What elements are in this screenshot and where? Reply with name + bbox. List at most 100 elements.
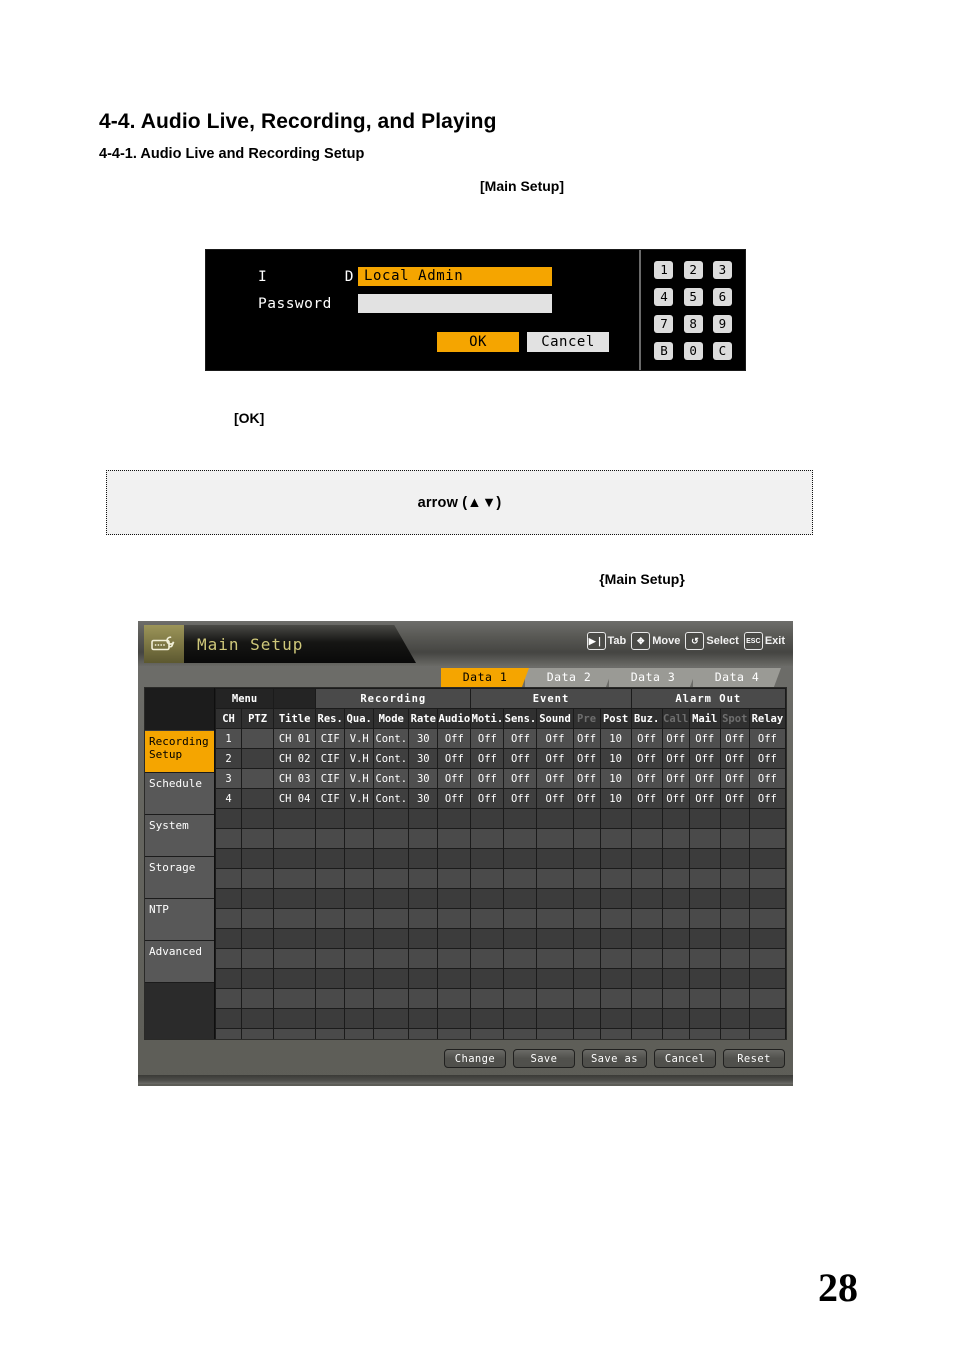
sidebar-item-system[interactable]: System	[145, 815, 214, 857]
cell-post[interactable]: 10	[599, 768, 632, 789]
sidebar-item-schedule[interactable]: Schedule	[145, 773, 214, 815]
cell-spot[interactable]: Off	[719, 748, 750, 769]
cell-moti[interactable]: Off	[470, 748, 505, 769]
tab-data-1[interactable]: Data 1	[441, 668, 529, 687]
setup-sidebar[interactable]: Recording Setup Schedule System Storage NTP A…	[145, 688, 215, 1039]
cell-buz[interactable]: Off	[630, 748, 663, 769]
sidebar-item-advanced[interactable]: Advanced	[145, 941, 214, 983]
cell-sound[interactable]: Off	[536, 728, 574, 749]
cell-moti[interactable]: Off	[470, 768, 505, 789]
cell-moti[interactable]: Off	[470, 788, 505, 809]
sidebar-item-storage[interactable]: Storage	[145, 857, 214, 899]
data-tab-bar[interactable]: Data 1 Data 2 Data 3 Data 4	[138, 667, 793, 687]
cell-spot[interactable]: Off	[719, 788, 750, 809]
cell-res[interactable]: CIF	[315, 788, 346, 809]
cancel-button[interactable]: Cancel	[527, 332, 609, 352]
cell-pre[interactable]: Off	[572, 788, 601, 809]
keypad-key-8[interactable]: 8	[683, 314, 703, 333]
ok-button[interactable]: OK	[437, 332, 519, 352]
cell-buz[interactable]: Off	[630, 728, 663, 749]
cell-mail[interactable]: Off	[688, 768, 721, 789]
cell-rate[interactable]: 30	[408, 788, 439, 809]
cell-sens[interactable]: Off	[503, 768, 538, 789]
cell-call[interactable]: Off	[661, 768, 690, 789]
cell-rate[interactable]: 30	[408, 768, 439, 789]
reset-button[interactable]: Reset	[723, 1049, 785, 1068]
cell-post[interactable]: 10	[599, 748, 632, 769]
cell-ch[interactable]: 1	[215, 728, 243, 749]
cell-ch[interactable]: 3	[215, 768, 243, 789]
cell-audio[interactable]: Off	[437, 768, 472, 789]
table-row[interactable]: 1 CH 01 CIF V.H Cont. 30 Off Off Off Off Off 10 Off O…	[215, 728, 786, 749]
cell-mode[interactable]: Cont.	[373, 748, 410, 769]
virtual-keypad[interactable]: 123 456 789 B0C	[639, 250, 745, 370]
sidebar-item-recording-setup[interactable]: Recording Setup	[145, 731, 214, 773]
keypad-key-0[interactable]: 0	[683, 341, 703, 360]
password-input[interactable]	[358, 294, 552, 313]
cell-qua[interactable]: V.H	[344, 748, 375, 769]
table-row[interactable]: 3 CH 03 CIF V.H Cont. 30 Off Off Off Off Off 10 Off O…	[215, 768, 786, 789]
cell-sens[interactable]: Off	[503, 788, 538, 809]
sidebar-item-ntp[interactable]: NTP	[145, 899, 214, 941]
cell-mail[interactable]: Off	[688, 748, 721, 769]
cell-sens[interactable]: Off	[503, 728, 538, 749]
cell-post[interactable]: 10	[599, 788, 632, 809]
table-row[interactable]: 4 CH 04 CIF V.H Cont. 30 Off Off Off Off Off 10 Off O…	[215, 788, 786, 809]
cell-title[interactable]: CH 02	[273, 748, 317, 769]
cell-audio[interactable]: Off	[437, 748, 472, 769]
cell-ptz[interactable]	[241, 728, 275, 749]
cell-res[interactable]: CIF	[315, 748, 346, 769]
cell-ch[interactable]: 4	[215, 788, 243, 809]
cell-moti[interactable]: Off	[470, 728, 505, 749]
cell-audio[interactable]: Off	[437, 788, 472, 809]
save-button[interactable]: Save	[512, 1049, 575, 1068]
cell-sound[interactable]: Off	[536, 748, 574, 769]
tab-data-2[interactable]: Data 2	[525, 668, 613, 687]
setup-button-bar[interactable]: Change Save Save as Cancel Reset	[138, 1040, 793, 1073]
cell-sound[interactable]: Off	[536, 788, 574, 809]
cell-post[interactable]: 10	[599, 728, 632, 749]
table-row[interactable]: 2 CH 02 CIF V.H Cont. 30 Off Off Off Off Off 10 Off O…	[215, 748, 786, 769]
cell-relay[interactable]: Off	[748, 768, 786, 789]
keypad-key-2[interactable]: 2	[683, 260, 703, 279]
cell-qua[interactable]: V.H	[344, 768, 375, 789]
cell-sens[interactable]: Off	[503, 748, 538, 769]
cell-title[interactable]: CH 04	[273, 788, 317, 809]
cell-sound[interactable]: Off	[536, 768, 574, 789]
cell-rate[interactable]: 30	[408, 728, 439, 749]
cell-relay[interactable]: Off	[748, 728, 786, 749]
id-input[interactable]: Local Admin	[358, 267, 552, 286]
keypad-key-4[interactable]: 4	[654, 287, 674, 306]
cancel-button[interactable]: Cancel	[654, 1049, 716, 1068]
keypad-key-c[interactable]: C	[712, 341, 732, 360]
cell-call[interactable]: Off	[661, 788, 690, 809]
cell-spot[interactable]: Off	[719, 768, 750, 789]
cell-mode[interactable]: Cont.	[373, 788, 410, 809]
keypad-key-6[interactable]: 6	[712, 287, 732, 306]
cell-relay[interactable]: Off	[748, 788, 786, 809]
cell-relay[interactable]: Off	[748, 748, 786, 769]
cell-pre[interactable]: Off	[572, 768, 601, 789]
change-button[interactable]: Change	[443, 1049, 506, 1068]
cell-res[interactable]: CIF	[315, 728, 346, 749]
cell-audio[interactable]: Off	[437, 728, 472, 749]
cell-call[interactable]: Off	[661, 728, 690, 749]
cell-call[interactable]: Off	[661, 748, 690, 769]
cell-spot[interactable]: Off	[719, 728, 750, 749]
cell-pre[interactable]: Off	[572, 748, 601, 769]
cell-buz[interactable]: Off	[630, 788, 663, 809]
cell-pre[interactable]: Off	[572, 728, 601, 749]
cell-rate[interactable]: 30	[408, 748, 439, 769]
cell-qua[interactable]: V.H	[344, 728, 375, 749]
cell-ptz[interactable]	[241, 748, 275, 769]
cell-ch[interactable]: 2	[215, 748, 243, 769]
cell-ptz[interactable]	[241, 788, 275, 809]
cell-mode[interactable]: Cont.	[373, 728, 410, 749]
cell-buz[interactable]: Off	[630, 768, 663, 789]
cell-title[interactable]: CH 03	[273, 768, 317, 789]
keypad-key-7[interactable]: 7	[654, 314, 674, 333]
cell-ptz[interactable]	[241, 768, 275, 789]
cell-mode[interactable]: Cont.	[373, 768, 410, 789]
cell-res[interactable]: CIF	[315, 768, 346, 789]
keypad-key-1[interactable]: 1	[654, 260, 674, 279]
